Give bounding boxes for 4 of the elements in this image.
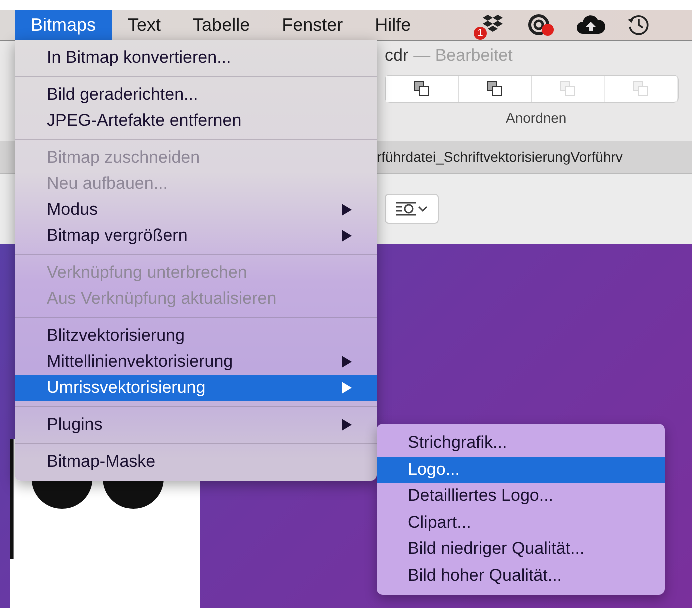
notification-badge: 1	[474, 27, 487, 40]
window-title: cdr	[385, 46, 409, 66]
window-status: — Bearbeitet	[414, 46, 513, 66]
toolbar-group-label: Anordnen	[506, 110, 567, 126]
